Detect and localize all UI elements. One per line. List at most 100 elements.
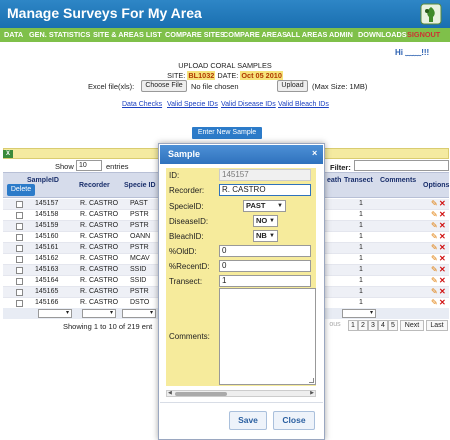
edit-icon[interactable]: ✎ [431, 210, 438, 219]
entries-label: entries [106, 162, 129, 171]
scroll-left-icon[interactable]: ◀ [168, 390, 172, 396]
delete-icon[interactable]: ✕ [439, 287, 446, 296]
delete-icon[interactable]: ✕ [439, 276, 446, 285]
save-button[interactable]: Save [229, 411, 267, 430]
link-valid-disease-ids[interactable]: Valid Disease IDs [221, 101, 276, 108]
col-specie-id[interactable]: Specie ID [124, 182, 156, 189]
row-checkbox[interactable] [16, 212, 23, 219]
nav-admin[interactable]: ADMIN [329, 30, 353, 39]
footer-filter-select[interactable]: ▾ [342, 309, 376, 318]
pagination-page-3[interactable]: 3 [368, 320, 378, 331]
recorder-field[interactable]: R. CASTRO [219, 184, 311, 196]
nav-compare-areas[interactable]: COMPARE AREAS [223, 30, 287, 39]
recorder-cell: R. CASTRO [80, 200, 119, 207]
col-recorder[interactable]: Recorder [79, 182, 110, 189]
delete-icon[interactable]: ✕ [439, 298, 446, 307]
edit-icon[interactable]: ✎ [431, 276, 438, 285]
specie-cell: PSTR [130, 211, 149, 218]
nav-all-areas[interactable]: ALL AREAS [286, 30, 327, 39]
recorder-cell: R. CASTRO [80, 266, 119, 273]
delete-icon[interactable]: ✕ [439, 221, 446, 230]
row-checkbox[interactable] [16, 289, 23, 296]
close-button[interactable]: Close [273, 411, 315, 430]
pagination-page-5[interactable]: 5 [388, 320, 398, 331]
delete-icon[interactable]: ✕ [439, 199, 446, 208]
edit-icon[interactable]: ✎ [431, 254, 438, 263]
footer-filter-select[interactable]: ▾ [38, 309, 72, 318]
close-icon[interactable]: × [312, 148, 317, 158]
scrollbar-thumb[interactable] [175, 392, 227, 396]
row-checkbox[interactable] [16, 278, 23, 285]
oldd-field[interactable]: 0 [219, 245, 311, 257]
oldd-label: %OldD: [169, 247, 197, 256]
pagination-next[interactable]: Next [400, 320, 424, 331]
col-transect[interactable]: Transect [344, 177, 373, 184]
nav-compare-sites[interactable]: COMPARE SITES [165, 30, 225, 39]
recentd-field[interactable]: 0 [219, 260, 311, 272]
delete-icon[interactable]: ✕ [439, 265, 446, 274]
link-data-checks[interactable]: Data Checks [122, 101, 162, 108]
enter-new-sample-button[interactable]: Enter New Sample [192, 127, 262, 139]
recorder-cell: R. CASTRO [80, 288, 119, 295]
horizontal-scrollbar[interactable]: ◀ ▶ [166, 390, 316, 397]
bleach-select[interactable]: NB ▼ [253, 230, 278, 242]
pagination-last[interactable]: Last [426, 320, 448, 331]
dialog-titlebar[interactable]: Sample × [160, 145, 323, 164]
resize-grip-icon[interactable] [309, 378, 314, 383]
filter-input[interactable] [354, 160, 449, 171]
row-checkbox[interactable] [16, 256, 23, 263]
nav-data[interactable]: DATA [4, 30, 23, 39]
delete-icon[interactable]: ✕ [439, 254, 446, 263]
edit-icon[interactable]: ✎ [431, 221, 438, 230]
disease-select[interactable]: NO ▼ [253, 215, 278, 227]
pagination-previous[interactable]: ous [325, 320, 345, 331]
pagination-page-4[interactable]: 4 [378, 320, 388, 331]
delete-icon[interactable]: ✕ [439, 210, 446, 219]
delete-button[interactable]: Delete [7, 184, 35, 196]
row-checkbox[interactable] [16, 267, 23, 274]
sample-form: ID: 145157 Recorder: R. CASTRO SpecieID:… [166, 168, 316, 386]
row-checkbox[interactable] [16, 300, 23, 307]
edit-icon[interactable]: ✎ [431, 243, 438, 252]
edit-icon[interactable]: ✎ [431, 265, 438, 274]
specie-select[interactable]: PAST ▼ [243, 200, 286, 212]
nav-gen-statistics[interactable]: GEN. STATISTICS [29, 30, 90, 39]
edit-icon[interactable]: ✎ [431, 199, 438, 208]
scroll-right-icon[interactable]: ▶ [310, 390, 314, 396]
nav-site-areas-list[interactable]: SITE & AREAS LIST [93, 30, 162, 39]
entries-select[interactable]: 10 [76, 160, 102, 171]
comments-textarea[interactable] [219, 288, 316, 385]
footer-filter-select[interactable]: ▾ [122, 309, 156, 318]
transect-field[interactable]: 1 [219, 275, 311, 287]
specie-cell: PAST [130, 200, 148, 207]
delete-icon[interactable]: ✕ [439, 232, 446, 241]
row-checkbox[interactable] [16, 245, 23, 252]
link-valid-specie-ids[interactable]: Valid Specie IDs [167, 101, 218, 108]
link-valid-bleach-ids[interactable]: Valid Bleach IDs [278, 101, 329, 108]
edit-icon[interactable]: ✎ [431, 232, 438, 241]
col-sampleid[interactable]: SampleID [27, 177, 59, 184]
choose-file-button[interactable]: Choose File [141, 80, 187, 92]
comments-label: Comments: [169, 332, 210, 341]
nav-downloads[interactable]: DOWNLOADS [358, 30, 407, 39]
pagination-page-2[interactable]: 2 [358, 320, 368, 331]
col-comments[interactable]: Comments [380, 177, 416, 184]
id-label: ID: [169, 171, 180, 180]
edit-icon[interactable]: ✎ [431, 287, 438, 296]
delete-icon[interactable]: ✕ [439, 243, 446, 252]
excel-export-icon[interactable]: X [3, 150, 13, 158]
row-checkbox[interactable] [16, 201, 23, 208]
recentd-label: %RecentD: [169, 262, 210, 271]
show-label: Show [55, 162, 74, 171]
sample-id-cell: 145160 [35, 233, 59, 240]
sample-id-cell: 145158 [35, 211, 59, 218]
row-checkbox[interactable] [16, 234, 23, 241]
col-health[interactable]: eath [327, 177, 341, 184]
edit-icon[interactable]: ✎ [431, 298, 438, 307]
footer-filter-select[interactable]: ▾ [82, 309, 116, 318]
pagination-page-1[interactable]: 1 [348, 320, 358, 331]
row-checkbox[interactable] [16, 223, 23, 230]
upload-button[interactable]: Upload [277, 80, 308, 92]
nav-signout[interactable]: SIGNOUT [407, 30, 440, 39]
specie-cell: DSTO [130, 299, 150, 306]
